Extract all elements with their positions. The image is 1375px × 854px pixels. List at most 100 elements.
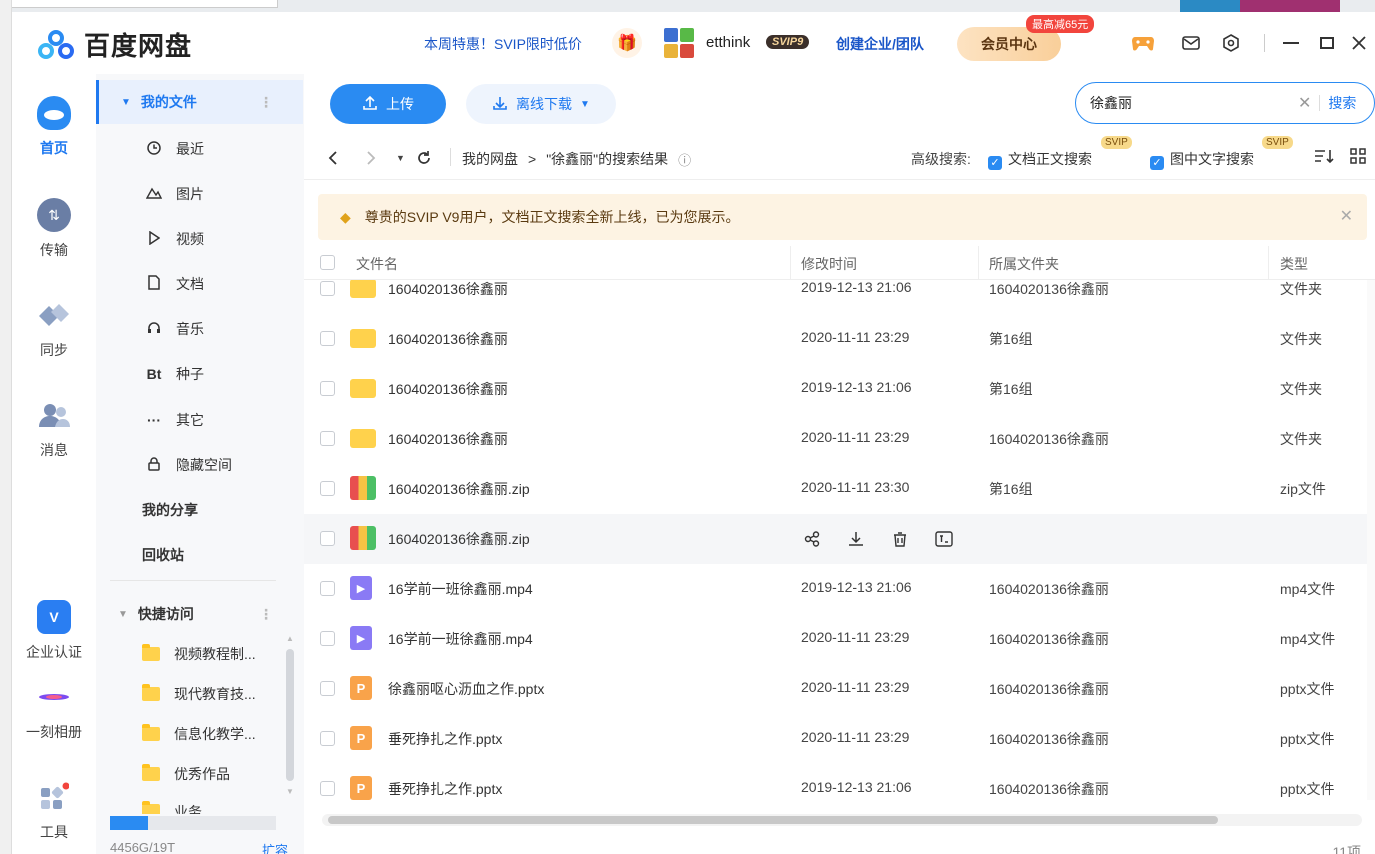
table-row[interactable]: ▶ 16学前一班徐鑫丽.mp4 2019-12-13 21:06 1604020136… bbox=[304, 564, 1375, 614]
delete-icon[interactable] bbox=[889, 528, 911, 550]
quick-folder-item[interactable]: 现代教育技... bbox=[96, 672, 303, 716]
promo-link[interactable]: 本周特惠！SVIP限时低价 bbox=[424, 34, 582, 54]
nav-tools[interactable]: 工具 bbox=[12, 780, 96, 842]
close-icon[interactable]: ✕ bbox=[1340, 206, 1353, 226]
sidebar-scrollbar[interactable]: ▲ ▼ bbox=[286, 634, 294, 814]
rename-icon[interactable] bbox=[933, 528, 955, 550]
refresh-icon[interactable] bbox=[416, 150, 432, 171]
column-header-modified[interactable]: 修改时间 bbox=[801, 254, 857, 274]
table-row[interactable]: 1604020136徐鑫丽 2020-11-11 23:29 第16组 文件夹 bbox=[304, 314, 1375, 364]
file-name[interactable]: 1604020136徐鑫丽 bbox=[388, 280, 508, 299]
file-name[interactable]: 1604020136徐鑫丽 bbox=[388, 329, 508, 349]
nav-message[interactable]: 消息 bbox=[12, 398, 96, 460]
clear-search-icon[interactable]: ✕ bbox=[1298, 93, 1311, 113]
row-checkbox[interactable] bbox=[320, 331, 335, 346]
file-name[interactable]: 徐鑫丽呕心沥血之作.pptx bbox=[388, 679, 544, 699]
sidebar-item-torrent[interactable]: Bt 种子 bbox=[96, 352, 303, 396]
image-text-search-checkbox[interactable]: ✓ 图中文字搜索 bbox=[1150, 149, 1254, 170]
table-row[interactable]: 1604020136徐鑫丽 2019-12-13 21:06 第16组 文件夹 bbox=[304, 364, 1375, 414]
file-name[interactable]: 1604020136徐鑫丽.zip bbox=[388, 479, 530, 499]
row-checkbox[interactable] bbox=[320, 681, 335, 696]
username[interactable]: etthink bbox=[706, 34, 750, 51]
row-checkbox[interactable] bbox=[320, 381, 335, 396]
scrollbar-thumb[interactable] bbox=[286, 649, 294, 781]
more-icon[interactable]: ⋮ bbox=[259, 606, 273, 623]
table-row[interactable]: P 垂死挣扎之作.pptx 2019-12-13 21:06 1604020136徐鑫… bbox=[304, 764, 1375, 810]
expand-storage-link[interactable]: 扩容 bbox=[262, 840, 288, 854]
row-checkbox[interactable] bbox=[320, 431, 335, 446]
create-enterprise-link[interactable]: 创建企业/团队 bbox=[836, 34, 924, 54]
nav-sync[interactable]: 同步 bbox=[12, 298, 96, 360]
table-row[interactable]: 1604020136徐鑫丽.zip 2020-11-11 23:30 第16组 zip… bbox=[304, 464, 1375, 514]
sidebar-recycle-bin[interactable]: 回收站 bbox=[96, 533, 303, 577]
file-name[interactable]: 1604020136徐鑫丽 bbox=[388, 429, 508, 449]
table-row[interactable]: P 徐鑫丽呕心沥血之作.pptx 2020-11-11 23:29 160402013… bbox=[304, 664, 1375, 714]
column-divider[interactable] bbox=[1268, 246, 1269, 280]
file-name[interactable]: 16学前一班徐鑫丽.mp4 bbox=[388, 629, 533, 649]
table-row[interactable]: 1604020136徐鑫丽.zip bbox=[304, 514, 1375, 564]
more-icon[interactable]: ⋮ bbox=[259, 94, 273, 111]
row-checkbox[interactable] bbox=[320, 281, 335, 296]
quick-folder-item[interactable]: 视频教程制... bbox=[96, 632, 303, 676]
parent-folder[interactable]: 1604020136徐鑫丽 bbox=[989, 429, 1109, 449]
quick-folder-item[interactable]: 业务 bbox=[96, 792, 303, 814]
checkbox-checked-icon[interactable]: ✓ bbox=[1150, 156, 1164, 170]
row-checkbox[interactable] bbox=[320, 531, 335, 546]
search-button[interactable]: 搜索 bbox=[1328, 93, 1356, 113]
breadcrumb-root[interactable]: 我的网盘 bbox=[462, 149, 518, 169]
forward-icon[interactable] bbox=[366, 150, 376, 171]
nav-album[interactable]: 一刻相册 bbox=[12, 680, 96, 742]
grid-view-icon[interactable] bbox=[1350, 148, 1366, 169]
gift-icon[interactable]: 🎁 bbox=[612, 28, 642, 58]
game-icon[interactable] bbox=[1130, 30, 1156, 56]
parent-folder[interactable]: 1604020136徐鑫丽 bbox=[989, 629, 1109, 649]
parent-folder[interactable]: 第16组 bbox=[989, 379, 1033, 399]
doc-search-checkbox[interactable]: ✓ 文档正文搜索 bbox=[988, 149, 1092, 170]
sidebar-item-video[interactable]: 视频 bbox=[96, 217, 303, 261]
parent-folder[interactable]: 第16组 bbox=[989, 329, 1033, 349]
search-input[interactable] bbox=[1090, 95, 1290, 111]
parent-folder[interactable]: 1604020136徐鑫丽 bbox=[989, 679, 1109, 699]
sidebar-item-music[interactable]: 音乐 bbox=[96, 307, 303, 351]
search-box[interactable]: ✕ 搜索 bbox=[1075, 82, 1375, 124]
row-checkbox[interactable] bbox=[320, 481, 335, 496]
parent-folder[interactable]: 1604020136徐鑫丽 bbox=[989, 779, 1109, 799]
column-header-type[interactable]: 类型 bbox=[1280, 254, 1308, 274]
sidebar-item-other[interactable]: ··· 其它 bbox=[96, 398, 303, 442]
quick-folder-item[interactable]: 优秀作品 bbox=[96, 752, 303, 796]
row-checkbox[interactable] bbox=[320, 731, 335, 746]
info-icon[interactable]: ⓘ bbox=[678, 150, 691, 169]
table-row[interactable]: 1604020136徐鑫丽 2020-11-11 23:29 1604020136徐… bbox=[304, 414, 1375, 464]
row-checkbox[interactable] bbox=[320, 631, 335, 646]
horizontal-scrollbar[interactable] bbox=[322, 814, 1362, 826]
share-icon[interactable] bbox=[801, 528, 823, 550]
file-name[interactable]: 垂死挣扎之作.pptx bbox=[388, 729, 502, 749]
parent-folder[interactable]: 第16组 bbox=[989, 479, 1033, 499]
table-row[interactable]: ▶ 16学前一班徐鑫丽.mp4 2020-11-11 23:29 1604020136… bbox=[304, 614, 1375, 664]
sidebar-item-docs[interactable]: 文档 bbox=[96, 262, 303, 306]
settings-icon[interactable] bbox=[1218, 30, 1244, 56]
sidebar-my-files[interactable]: ▼ 我的文件 ⋮ bbox=[96, 80, 303, 124]
sort-icon[interactable] bbox=[1314, 148, 1334, 169]
file-name[interactable]: 垂死挣扎之作.pptx bbox=[388, 779, 502, 799]
back-icon[interactable] bbox=[328, 150, 338, 171]
table-row[interactable]: P 垂死挣扎之作.pptx 2020-11-11 23:29 1604020136徐鑫… bbox=[304, 714, 1375, 764]
select-all-checkbox[interactable] bbox=[320, 255, 335, 270]
file-name[interactable]: 1604020136徐鑫丽 bbox=[388, 379, 508, 399]
upload-button[interactable]: 上传 bbox=[330, 84, 446, 124]
app-logo[interactable]: 百度网盘 bbox=[36, 26, 192, 63]
column-divider[interactable] bbox=[978, 246, 979, 280]
sidebar-quick-access[interactable]: ▼ 快捷访问 ⋮ bbox=[96, 592, 303, 636]
checkbox-checked-icon[interactable]: ✓ bbox=[988, 156, 1002, 170]
scrollbar-thumb[interactable] bbox=[328, 816, 1218, 824]
maximize-icon[interactable] bbox=[1314, 30, 1340, 56]
nav-enterprise-auth[interactable]: V 企业认证 bbox=[12, 600, 96, 662]
file-name[interactable]: 1604020136徐鑫丽.zip bbox=[388, 529, 530, 549]
quick-folder-item[interactable]: 信息化教学... bbox=[96, 712, 303, 756]
download-icon[interactable] bbox=[845, 528, 867, 550]
sidebar-my-share[interactable]: 我的分享 bbox=[96, 488, 303, 532]
avatar[interactable] bbox=[664, 28, 694, 58]
history-dropdown-icon[interactable]: ▼ bbox=[396, 153, 405, 163]
table-row[interactable]: 1604020136徐鑫丽 2019-12-13 21:06 1604020136徐… bbox=[304, 280, 1375, 314]
parent-folder[interactable]: 1604020136徐鑫丽 bbox=[989, 579, 1109, 599]
